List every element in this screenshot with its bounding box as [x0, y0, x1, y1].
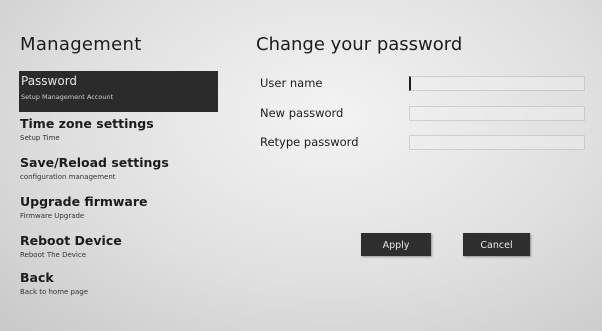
sidebar-item-password[interactable]: Password Setup Management Account: [19, 71, 218, 112]
sidebar-item-save-reload-settings[interactable]: Save/Reload settings configuration manag…: [20, 155, 220, 182]
new-password-label: New password: [260, 106, 344, 120]
sidebar-item-description: Reboot The Device: [20, 251, 87, 259]
sidebar-item-description: configuration management: [20, 173, 116, 181]
sidebar-item-label: Back: [20, 270, 54, 285]
apply-button[interactable]: Apply: [361, 233, 431, 256]
sidebar-title: Management: [20, 34, 142, 55]
page: Management Password Setup Management Acc…: [0, 0, 602, 331]
sidebar-item-label: Password: [21, 74, 78, 88]
page-title: Change your password: [256, 34, 463, 55]
sidebar-item-description: Setup Management Account: [21, 93, 114, 101]
sidebar-item-description: Back to home page: [20, 288, 89, 296]
sidebar-item-upgrade-firmware[interactable]: Upgrade firmware Firmware Upgrade: [20, 194, 220, 221]
sidebar-item-label: Time zone settings: [20, 116, 154, 131]
sidebar: Management Password Setup Management Acc…: [0, 0, 230, 331]
username-label: User name: [260, 76, 323, 90]
new-password-input[interactable]: [409, 106, 585, 121]
sidebar-item-back[interactable]: Back Back to home page: [20, 270, 220, 297]
username-input[interactable]: [409, 76, 585, 91]
sidebar-item-label: Upgrade firmware: [20, 194, 148, 209]
sidebar-item-description: Setup Time: [20, 134, 60, 142]
cancel-button[interactable]: Cancel: [463, 233, 530, 256]
retype-password-input[interactable]: [409, 135, 585, 150]
retype-password-label: Retype password: [260, 135, 359, 149]
sidebar-item-reboot-device[interactable]: Reboot Device Reboot The Device: [20, 233, 220, 260]
sidebar-item-time-zone-settings[interactable]: Time zone settings Setup Time: [20, 116, 220, 143]
sidebar-item-description: Firmware Upgrade: [20, 212, 85, 220]
sidebar-item-label: Reboot Device: [20, 233, 122, 248]
sidebar-item-label: Save/Reload settings: [20, 155, 169, 170]
